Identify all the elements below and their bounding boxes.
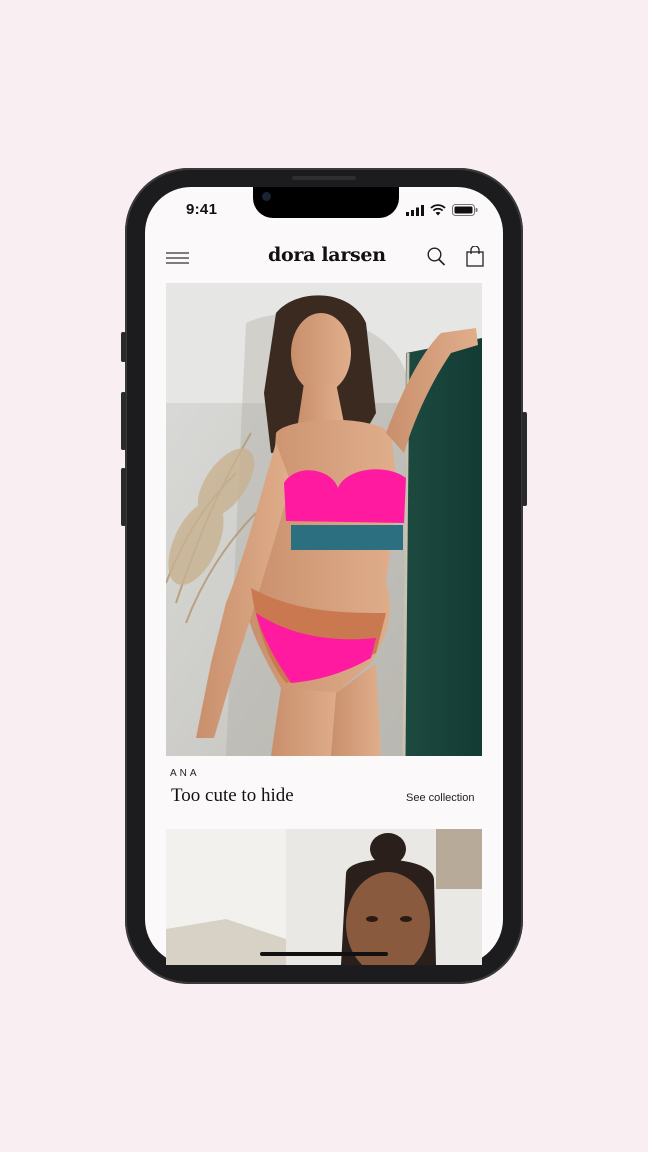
model-photo — [166, 283, 482, 756]
collection-eyebrow: ANA — [170, 768, 200, 779]
status-time: 9:41 — [186, 201, 218, 218]
mute-switch — [121, 332, 126, 362]
power-button — [522, 412, 527, 506]
front-camera — [262, 192, 271, 201]
collection-hero-image[interactable] — [166, 283, 482, 756]
search-icon[interactable] — [427, 247, 446, 267]
wifi-icon — [430, 204, 446, 216]
see-collection-link[interactable]: See collection — [406, 792, 475, 804]
signal-icon — [406, 204, 424, 216]
brand-logo[interactable]: dora larsen — [268, 244, 386, 266]
notch — [253, 187, 399, 218]
second-collection-image[interactable] — [166, 829, 482, 965]
hamburger-menu-icon[interactable] — [166, 251, 190, 265]
speaker — [292, 176, 356, 180]
home-indicator[interactable] — [260, 952, 388, 956]
volume-up-button — [121, 392, 126, 450]
model-photo-2 — [166, 829, 482, 965]
volume-down-button — [121, 468, 126, 526]
battery-icon — [452, 204, 478, 216]
status-icons — [406, 204, 478, 216]
collection-title: Too cute to hide — [171, 785, 294, 806]
shopping-bag-icon[interactable] — [466, 246, 484, 267]
